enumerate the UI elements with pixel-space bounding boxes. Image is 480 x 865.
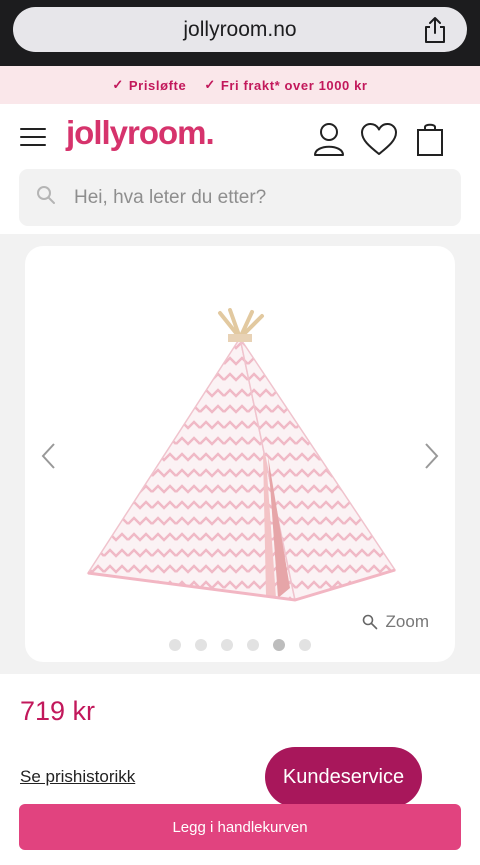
bag-icon[interactable]	[416, 122, 444, 156]
search-placeholder: Hei, hva leter du etter?	[74, 187, 267, 208]
browser-bar: jollyroom.no	[0, 0, 480, 66]
carousel-dot[interactable]	[195, 639, 207, 651]
carousel-dot[interactable]	[221, 639, 233, 651]
chevron-left-icon[interactable]	[39, 441, 59, 471]
check-icon: ✓	[204, 77, 216, 92]
account-icon[interactable]	[313, 122, 345, 156]
usp-item-free-shipping: ✓ Fri frakt* over 1000 kr	[204, 77, 367, 93]
add-to-cart-button[interactable]: Legg i handlekurven	[19, 804, 461, 850]
zoom-button[interactable]: Zoom	[362, 612, 429, 632]
zoom-label: Zoom	[385, 612, 429, 631]
product-gallery[interactable]: Zoom	[25, 246, 455, 662]
carousel-dot[interactable]	[169, 639, 181, 651]
usp-label: Fri frakt* over 1000 kr	[220, 77, 368, 93]
url-text[interactable]: jollyroom.no	[13, 7, 467, 52]
chevron-right-icon[interactable]	[421, 441, 441, 471]
logo[interactable]: jollyroom.	[66, 114, 215, 152]
menu-icon[interactable]	[20, 128, 46, 148]
search-input[interactable]: Hei, hva leter du etter?	[19, 169, 461, 226]
search-icon	[37, 186, 55, 204]
carousel-dot-active[interactable]	[273, 639, 285, 651]
usp-bar: ✓ Prisløfte ✓ Fri frakt* over 1000 kr	[0, 66, 480, 104]
product-price: 719 kr	[20, 696, 96, 726]
share-icon[interactable]	[422, 16, 448, 44]
check-icon: ✓	[112, 77, 124, 92]
usp-item-price-promise: ✓ Prisløfte	[112, 77, 186, 93]
price-history-link[interactable]: Se prishistorikk	[20, 767, 135, 787]
magnifier-icon	[362, 614, 377, 630]
carousel-dots	[25, 639, 455, 651]
usp-label: Prisløfte	[128, 77, 187, 93]
address-bar[interactable]: jollyroom.no	[13, 7, 467, 52]
carousel-dot[interactable]	[299, 639, 311, 651]
product-image-teepee[interactable]	[80, 308, 400, 608]
site-header: jollyroom. Hei, hva leter du etter?	[0, 104, 480, 234]
carousel-dot[interactable]	[247, 639, 259, 651]
heart-icon[interactable]	[360, 122, 398, 156]
customer-service-button[interactable]: Kundeservice	[265, 747, 422, 807]
